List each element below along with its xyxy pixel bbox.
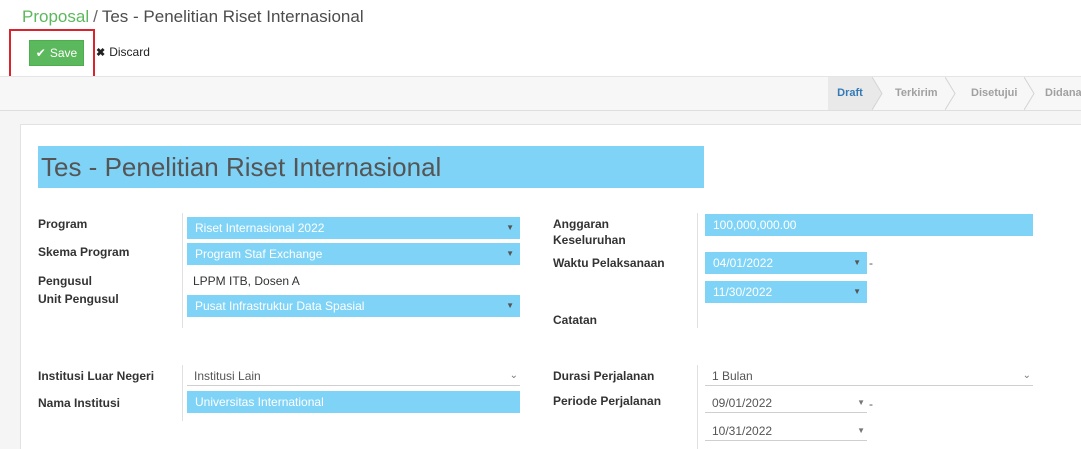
caret-down-icon: ▼ — [853, 258, 861, 267]
proposal-title-input[interactable]: Tes - Penelitian Riset Internasional — [38, 146, 704, 188]
waktu-start-value: 04/01/2022 — [713, 256, 774, 270]
durasi-perjalanan-label: Durasi Perjalanan — [553, 369, 655, 383]
discard-button-label: Discard — [109, 45, 150, 59]
stage-draft[interactable]: Draft — [828, 77, 872, 110]
breadcrumb-separator: / — [93, 7, 98, 26]
check-icon: ✔ — [35, 46, 46, 60]
caret-down-icon: ▼ — [506, 249, 514, 258]
program-select[interactable]: Riset Internasional 2022 ▼ — [187, 217, 520, 239]
stage-didanai[interactable]: Didana — [1045, 77, 1081, 110]
stage-disetujui[interactable]: Disetujui — [971, 77, 1017, 110]
stage-chevron — [945, 77, 956, 110]
unit-pengusul-value: Pusat Infrastruktur Data Spasial — [195, 299, 365, 313]
stage-chevron — [872, 77, 883, 110]
durasi-value: 1 Bulan — [712, 369, 753, 383]
stage-terkirim[interactable]: Terkirim — [895, 77, 938, 110]
anggaran-label-line2: Keseluruhan — [553, 233, 626, 247]
periode-end-value: 10/31/2022 — [712, 424, 773, 438]
skema-program-select[interactable]: Program Staf Exchange ▼ — [187, 243, 520, 265]
unit-pengusul-select[interactable]: Pusat Infrastruktur Data Spasial ▼ — [187, 295, 520, 317]
save-button[interactable]: ✔ Save — [29, 40, 84, 66]
waktu-end-date[interactable]: 11/30/2022 ▼ — [705, 281, 867, 303]
anggaran-label: Anggaran — [553, 217, 610, 231]
periode-end-date[interactable]: 10/31/2022 ▼ — [705, 421, 867, 441]
unit-pengusul-label: Unit Pengusul — [38, 292, 119, 306]
periode-start-value: 09/01/2022 — [712, 396, 773, 410]
status-bar: Draft Terkirim Disetujui Didana — [0, 76, 1081, 111]
breadcrumb-current: Tes - Penelitian Riset Internasional — [101, 7, 364, 26]
caret-down-icon: ▼ — [506, 301, 514, 310]
caret-down-icon: ▼ — [853, 287, 861, 296]
pengusul-label: Pengusul — [38, 274, 93, 288]
date-range-separator: - — [869, 397, 873, 411]
caret-down-icon: ▼ — [506, 223, 514, 232]
save-button-label: Save — [49, 46, 78, 60]
chevron-down-icon: ⌄ — [1022, 370, 1031, 381]
waktu-start-date[interactable]: 04/01/2022 ▼ — [705, 252, 867, 274]
nama-institusi-input[interactable]: Universitas International — [187, 391, 520, 413]
waktu-end-value: 11/30/2022 — [713, 285, 773, 299]
institusi-luar-negeri-label: Institusi Luar Negeri — [38, 369, 155, 383]
breadcrumb-proposal-link[interactable]: Proposal — [22, 7, 89, 26]
divider — [697, 213, 698, 328]
nama-institusi-label: Nama Institusi — [38, 396, 121, 410]
anggaran-input[interactable]: 100,000,000.00 — [705, 214, 1033, 236]
caret-down-icon: ▼ — [857, 426, 865, 435]
periode-perjalanan-label: Periode Perjalanan — [553, 394, 662, 408]
program-value: Riset Internasional 2022 — [195, 221, 325, 235]
durasi-perjalanan-select[interactable]: 1 Bulan ⌄ — [705, 366, 1033, 386]
discard-button[interactable]: ✖ Discard — [96, 45, 150, 59]
divider — [182, 213, 183, 328]
stage-chevron — [1024, 77, 1035, 110]
date-range-separator: - — [869, 256, 873, 270]
chevron-down-icon: ⌄ — [509, 370, 518, 381]
divider — [697, 365, 698, 449]
skema-program-label: Skema Program — [38, 245, 130, 259]
periode-start-date[interactable]: 09/01/2022 ▼ — [705, 393, 867, 413]
divider — [182, 365, 183, 421]
institusi-luar-negeri-select[interactable]: Institusi Lain ⌄ — [187, 366, 520, 386]
pengusul-value: LPPM ITB, Dosen A — [193, 274, 300, 288]
caret-down-icon: ▼ — [857, 398, 865, 407]
program-label: Program — [38, 217, 88, 231]
close-icon: ✖ — [96, 46, 106, 59]
institusi-value: Institusi Lain — [194, 369, 261, 383]
skema-program-value: Program Staf Exchange — [195, 247, 323, 261]
breadcrumb: Proposal / Tes - Penelitian Riset Internas… — [22, 7, 364, 27]
waktu-pelaksanaan-label: Waktu Pelaksanaan — [553, 256, 665, 270]
catatan-label: Catatan — [553, 313, 598, 327]
